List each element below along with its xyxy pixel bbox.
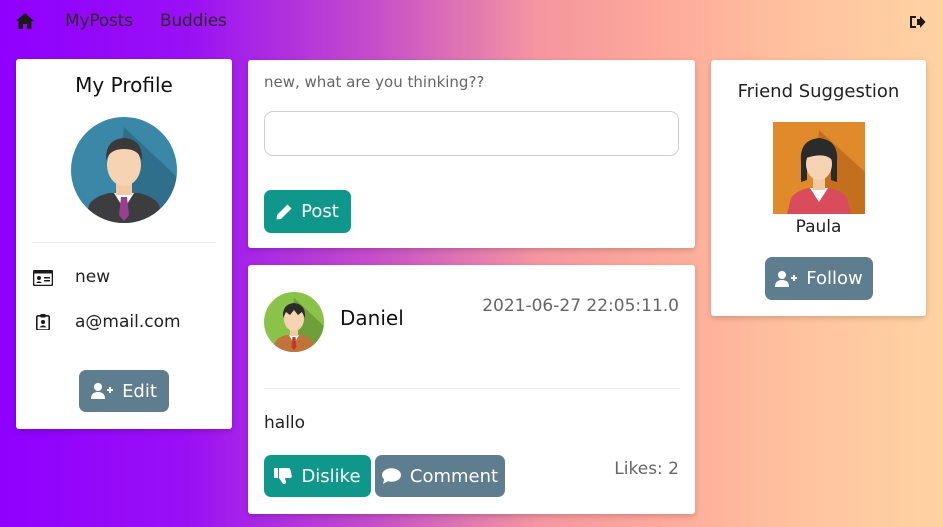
user-plus-icon [775,270,798,287]
post-content: hallo [264,413,306,433]
feed-post-card: Daniel 2021-06-27 22:05:11.0 hallo Disli… [248,265,695,514]
edit-button-label: Edit [122,380,157,402]
comment-button-label: Comment [409,465,499,487]
profile-username: new [75,267,111,287]
edit-profile-button[interactable]: Edit [79,370,169,412]
top-navbar: MyPosts Buddies [0,0,943,44]
profile-card: My Profile new a@mail.com Edit [16,59,232,429]
sign-out-icon[interactable] [909,14,926,30]
post-author-name[interactable]: Daniel [340,306,404,330]
nav-link-myposts[interactable]: MyPosts [65,11,133,31]
pencil-icon [276,204,292,219]
post-text-input[interactable] [264,111,679,156]
id-card-icon [33,270,53,286]
user-avatar-icon [71,117,177,223]
post-button[interactable]: Post [264,190,351,233]
user-plus-icon [91,383,114,399]
dislike-button-label: Dislike [301,465,361,487]
profile-email: a@mail.com [75,312,181,332]
friend-suggestion-card: Friend Suggestion Paula Follow [711,60,926,316]
contact-badge-icon [35,314,51,330]
post-timestamp: 2021-06-27 22:05:11.0 [482,296,679,316]
profile-title: My Profile [75,73,173,97]
comment-icon [381,468,401,484]
post-divider [264,388,679,389]
follow-button-label: Follow [806,268,863,289]
female-user-avatar-icon [773,122,865,214]
composer-prompt: new, what are you thinking?? [264,73,485,91]
suggestion-title: Friend Suggestion [737,81,900,102]
suggestion-name[interactable]: Paula [711,217,926,237]
post-composer-card: new, what are you thinking?? Post [248,60,695,248]
post-button-label: Post [301,201,339,222]
profile-divider [32,242,216,243]
thumbs-down-icon [274,468,293,484]
author-avatar-icon [264,292,324,352]
post-likes-count: Likes: 2 [614,459,679,479]
comment-button[interactable]: Comment [375,455,505,497]
nav-link-buddies[interactable]: Buddies [160,11,227,31]
dislike-button[interactable]: Dislike [264,455,371,497]
home-icon[interactable] [16,13,34,29]
follow-button[interactable]: Follow [765,257,873,300]
